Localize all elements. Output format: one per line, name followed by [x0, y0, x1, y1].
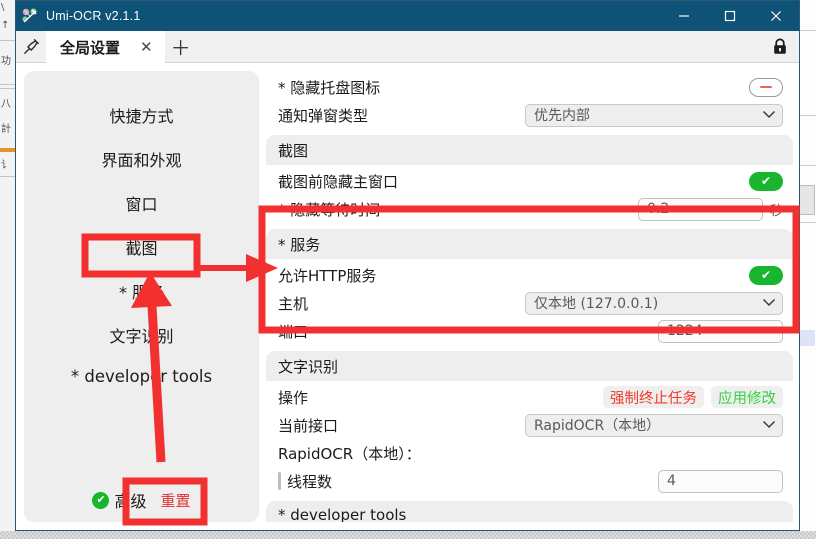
hide-tray-icon-toggle[interactable] [749, 77, 783, 97]
group-window-continued: * 隐藏托盘图标 通知弹窗类型 优先内部 [266, 71, 793, 132]
sidebar-item-window[interactable]: 窗口 [24, 181, 259, 225]
unit-seconds: 秒 [769, 203, 783, 219]
desktop-background [0, 531, 816, 539]
tab-label: 全局设置 [60, 38, 121, 57]
advanced-checkbox[interactable]: ✔ 高级 [92, 488, 147, 512]
close-button[interactable] [753, 1, 799, 31]
sidebar-item-service[interactable]: * 服务 [24, 269, 259, 313]
sidebar-item-text-recognition[interactable]: 文字识别 [24, 313, 259, 357]
window-title: Umi-OCR v2.1.1 [46, 9, 141, 23]
row-label: 当前接口 [278, 416, 339, 435]
chevron-down-icon [762, 418, 776, 432]
tab-close-icon[interactable]: ✕ [136, 38, 157, 56]
row-label: 截图前隐藏主窗口 [278, 172, 399, 191]
chevron-down-icon [762, 108, 776, 122]
row-label: * 隐藏等待时间 [278, 200, 381, 219]
current-interface-select[interactable]: RapidOCR（本地） [525, 413, 783, 437]
lock-icon[interactable] [765, 31, 795, 63]
row-label: * 隐藏托盘图标 [278, 78, 381, 97]
pin-icon[interactable] [16, 31, 46, 62]
apply-changes-button[interactable]: 应用修改 [711, 386, 783, 408]
section-header-screenshot: 截图 [266, 135, 793, 165]
row-hide-main-window-before-capture[interactable]: 截图前隐藏主窗口 ✔ [266, 167, 793, 195]
row-hide-wait-time[interactable]: * 隐藏等待时间 0.2 秒 [266, 195, 793, 223]
row-label: 线程数 [287, 472, 333, 491]
row-thread-count[interactable]: 线程数 4 [266, 467, 793, 495]
tab-bar: 全局设置 ✕ ＋ [16, 31, 799, 63]
sidebar-item-screenshot[interactable]: 截图 [24, 225, 259, 269]
chevron-down-icon [762, 296, 776, 310]
host-select[interactable]: 仅本地 (127.0.0.1) [525, 291, 783, 315]
row-host[interactable]: 主机 仅本地 (127.0.0.1) [266, 289, 793, 317]
sidebar-item-shortcuts[interactable]: 快捷方式 [24, 93, 259, 137]
thread-count-input[interactable]: 4 [658, 469, 783, 493]
port-input[interactable]: 1224 [658, 319, 783, 343]
umi-ocr-logo-icon [22, 8, 38, 24]
row-rapidocr-subheader: RapidOCR（本地）： [266, 439, 793, 467]
maximize-button[interactable] [707, 1, 753, 31]
group-service: * 服务 允许HTTP服务 ✔ 主机 仅本地 (127.0.0.1) 端口 12… [266, 229, 793, 348]
checkbox-check-icon: ✔ [92, 491, 110, 509]
content-area: 快捷方式 界面和外观 窗口 截图 * 服务 文字识别 * developer t… [16, 63, 799, 530]
select-value: 仅本地 (127.0.0.1) [534, 296, 659, 312]
reset-button[interactable]: 重置 [161, 490, 191, 511]
group-developer-tools: * developer tools languageScale (textSca… [266, 501, 793, 522]
notification-popup-type-select[interactable]: 优先内部 [525, 103, 783, 127]
title-bar: Umi-OCR v2.1.1 [16, 1, 799, 31]
advanced-label: 高级 [114, 492, 147, 511]
rapidocr-subheader-label: RapidOCR（本地）： [278, 444, 421, 463]
row-hide-tray-icon[interactable]: * 隐藏托盘图标 [266, 73, 793, 101]
minimize-button[interactable] [661, 1, 707, 31]
hide-wait-time-input[interactable]: 0.2 [637, 197, 763, 221]
group-text-recognition: 文字识别 操作 强制终止任务 应用修改 当前接口 RapidOCR（本地） Ra… [266, 351, 793, 498]
row-label: 端口 [278, 322, 309, 341]
row-allow-http-service[interactable]: 允许HTTP服务 ✔ [266, 261, 793, 289]
section-header-service: * 服务 [266, 229, 793, 259]
row-label: 主机 [278, 294, 309, 313]
group-screenshot: 截图 截图前隐藏主窗口 ✔ * 隐藏等待时间 0.2 秒 [266, 135, 793, 226]
row-operations: 操作 强制终止任务 应用修改 [266, 383, 793, 411]
hide-main-window-toggle[interactable]: ✔ [749, 171, 783, 191]
select-value: RapidOCR（本地） [534, 418, 661, 434]
force-stop-task-button[interactable]: 强制终止任务 [603, 386, 704, 408]
row-current-interface[interactable]: 当前接口 RapidOCR（本地） [266, 411, 793, 439]
row-notification-popup-type[interactable]: 通知弹窗类型 优先内部 [266, 101, 793, 129]
row-port[interactable]: 端口 1224 [266, 317, 793, 345]
sidebar-item-developer-tools[interactable]: * developer tools [24, 357, 259, 396]
settings-panel: * 隐藏托盘图标 通知弹窗类型 优先内部 截图 截图前隐藏主窗口 ✔ * 隐藏等… [266, 71, 793, 522]
row-label: 通知弹窗类型 [278, 106, 369, 125]
indent-marker [278, 472, 281, 490]
settings-sidebar: 快捷方式 界面和外观 窗口 截图 * 服务 文字识别 * developer t… [24, 71, 259, 522]
application-window: Umi-OCR v2.1.1 全局设置 ✕ ＋ 快捷方式 界面和外观 窗口 截图… [15, 0, 800, 531]
sidebar-footer: ✔ 高级 重置 [24, 488, 259, 512]
row-label: 允许HTTP服务 [278, 266, 377, 285]
tab-global-settings[interactable]: 全局设置 ✕ [46, 31, 165, 63]
select-value: 优先内部 [534, 108, 590, 124]
new-tab-icon[interactable]: ＋ [165, 31, 197, 62]
row-label: 操作 [278, 388, 309, 407]
section-header-developer-tools: * developer tools [266, 501, 793, 522]
section-header-text-recognition: 文字识别 [266, 351, 793, 381]
background-window-left: \ ↑ 功 八 計 讠 [0, 0, 16, 539]
sidebar-item-interface-appearance[interactable]: 界面和外观 [24, 137, 259, 181]
allow-http-service-toggle[interactable]: ✔ [749, 265, 783, 285]
